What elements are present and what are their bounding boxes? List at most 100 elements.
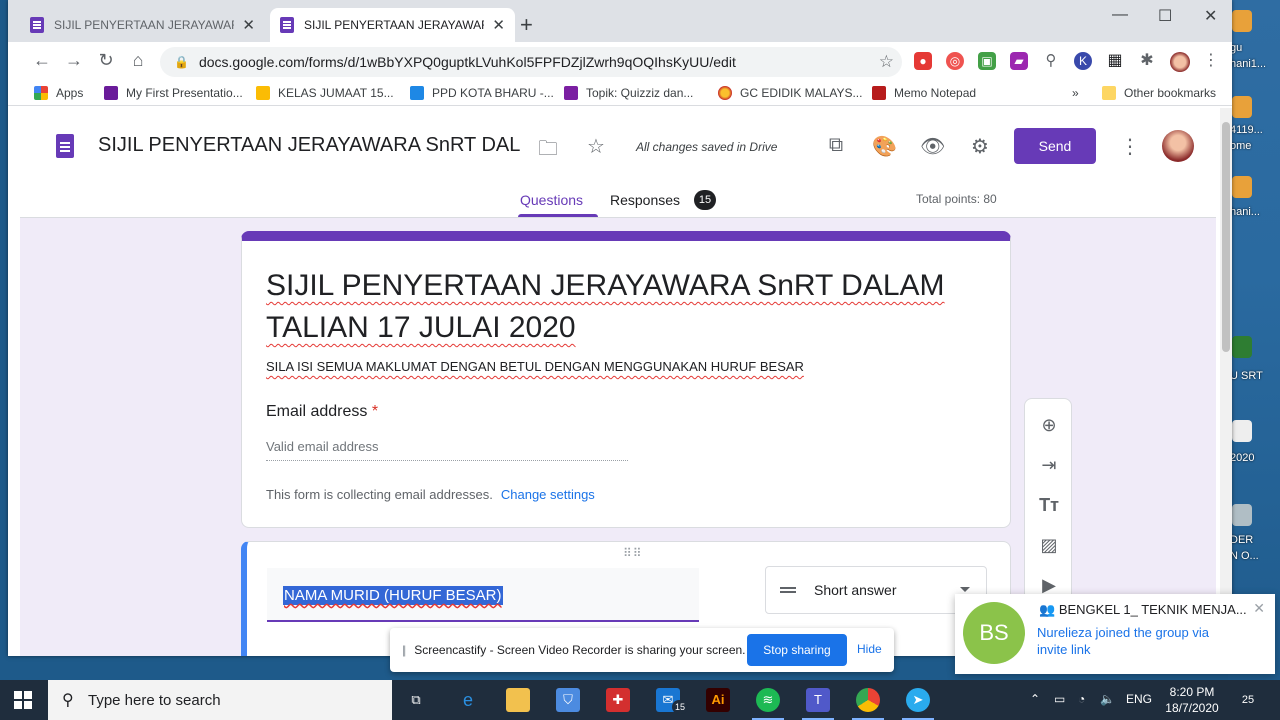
volume-icon[interactable]: 🔈 [1100,692,1115,706]
account-avatar[interactable] [1162,130,1194,162]
drag-handle-icon[interactable]: ⠿⠿ [623,546,643,560]
network-icon[interactable]: ◔ [1078,692,1085,706]
customize-theme-palette-icon[interactable]: 🎨 [872,134,897,159]
group-people-icon: 👥 [1039,602,1056,617]
add-ons-puzzle-icon[interactable]: ⧉ [824,134,848,157]
close-tab-icon[interactable]: ✕ [242,16,255,34]
show-hidden-icons-icon[interactable]: ⌃ [1030,692,1040,706]
desktop-label: N O... [1230,550,1259,562]
send-button[interactable]: Send [1014,128,1096,164]
back-icon[interactable]: ← [30,50,54,71]
edge-browser-icon[interactable]: e [456,688,480,712]
input-language[interactable]: ENG [1126,692,1152,706]
scrollbar-thumb[interactable] [1222,122,1230,352]
form-title[interactable]: SIJIL PENYERTAAN JERAYAWARA SnRT DALAM T… [266,265,986,349]
extensions-puzzle-icon[interactable]: ✱ [1138,52,1156,70]
drag-grip-icon[interactable]: || [402,643,406,657]
tab-responses[interactable]: Responses [610,192,680,208]
clock-time: 8:20 PM [1169,685,1215,699]
bookmark-item[interactable]: PPD KOTA BHARU -... [410,86,554,100]
star-icon[interactable]: ☆ [584,134,608,159]
bookmark-item[interactable]: Memo Notepad [872,86,976,100]
desktop-label: hani1... [1230,58,1267,70]
bookmark-item[interactable]: KELAS JUMAAT 15... [256,86,394,100]
maximize-icon[interactable]: ☐ [1158,6,1172,26]
group-notification[interactable]: BS 👥 BENGKEL 1_ TEKNIK MENJA... Nureliez… [955,594,1275,674]
question-title-input[interactable]: NAMA MURID (HURUF BESAR) [267,568,699,622]
bookmark-apps[interactable]: Apps [34,86,83,100]
add-title-icon[interactable]: Tт [1037,493,1061,517]
battery-icon[interactable]: ▭ [1054,692,1065,706]
extension-icon[interactable]: ◎ [946,52,964,70]
bookmark-favicon-icon [104,86,118,100]
desktop-label: U SRT [1230,370,1263,382]
more-options-icon[interactable]: ⋮ [1118,134,1142,159]
gift-app-icon[interactable]: ✚ [606,688,630,712]
illustrator-icon[interactable]: Ai [706,688,730,712]
telegram-icon[interactable]: ➤ [902,688,934,720]
bookmark-star-icon[interactable]: ☆ [879,52,894,72]
address-bar[interactable]: 🔒 docs.google.com/forms/d/1wBbYXPQ0guptk… [160,47,902,77]
chrome-icon[interactable] [852,688,884,720]
desktop-shortcut-icon[interactable] [1232,504,1252,526]
bookmark-item[interactable]: GC EDIDIK MALAYS... [718,86,862,100]
bookmark-item[interactable]: Topik: Quizziz dan... [564,86,693,100]
extension-icon[interactable]: ▣ [978,52,996,70]
task-view-icon[interactable]: ⧉ [404,688,428,712]
close-tab-icon[interactable]: ✕ [492,16,505,34]
import-questions-icon[interactable]: ⇥ [1037,453,1061,477]
teams-icon[interactable]: T [802,688,834,720]
zoom-icon[interactable]: ⚲ [1042,52,1060,70]
desktop-shortcut-icon[interactable] [1232,336,1252,358]
form-description[interactable]: SILA ISI SEMUA MAKLUMAT DENGAN BETUL DEN… [266,359,804,374]
system-clock[interactable]: 8:20 PM 18/7/2020 [1160,684,1224,716]
add-question-icon[interactable]: ⊕ [1037,413,1061,437]
add-image-icon[interactable]: ▨ [1037,533,1061,557]
profile-avatar[interactable] [1170,52,1190,72]
extension-screencastify-icon[interactable]: ● [914,52,932,70]
other-bookmarks[interactable]: Other bookmarks [1102,86,1216,100]
browser-tab-active[interactable]: SIJIL PENYERTAAN JERAYAWARA ✕ [270,8,515,42]
form-title-card[interactable]: SIJIL PENYERTAAN JERAYAWARA SnRT DALAM T… [241,231,1011,528]
change-settings-link[interactable]: Change settings [501,487,595,502]
document-title[interactable]: SIJIL PENYERTAAN JERAYAWARA SnRT DAL [98,134,520,157]
stop-sharing-button[interactable]: Stop sharing [747,634,847,666]
extension-icon[interactable]: ▰ [1010,52,1028,70]
store-icon[interactable]: ⛉ [556,688,580,712]
grid-extension-icon[interactable]: ▦ [1106,52,1124,70]
folder-icon[interactable]: 🗀 [536,134,560,168]
browser-tab[interactable]: SIJIL PENYERTAAN JERAYAWARA ✕ [20,8,265,42]
bookmark-label: My First Presentatio... [126,86,243,100]
question-type-dropdown[interactable]: Short answer [765,566,987,614]
desktop-shortcut-icon[interactable] [1232,176,1252,198]
home-icon[interactable]: ⌂ [126,50,150,71]
more-menu-icon[interactable]: ⋮ [1202,52,1220,70]
tab-questions[interactable]: Questions [520,192,583,208]
page-scrollbar[interactable] [1220,108,1232,656]
windows-start-icon[interactable] [14,691,32,709]
bookmarks-overflow-icon[interactable]: » [1072,86,1079,100]
collecting-text: This form is collecting email addresses. [266,487,493,502]
extension-k-icon[interactable]: K [1074,52,1092,70]
minimize-icon[interactable]: — [1112,6,1128,24]
spotify-icon[interactable]: ≋ [752,688,784,720]
hide-button[interactable]: Hide [857,642,882,656]
new-tab-icon[interactable]: + [520,12,533,38]
notification-title-text: BENGKEL 1_ TEKNIK MENJA... [1058,602,1247,617]
desktop-shortcut-icon[interactable] [1232,10,1252,32]
tab-title: SIJIL PENYERTAAN JERAYAWARA [304,18,485,32]
action-center-icon[interactable]: 25 [1236,688,1260,712]
close-window-icon[interactable]: ✕ [1204,6,1217,26]
settings-gear-icon[interactable]: ⚙ [968,134,992,159]
reload-icon[interactable]: ↻ [94,50,118,71]
bookmark-item[interactable]: My First Presentatio... [104,86,243,100]
google-forms-logo-icon[interactable] [56,134,74,158]
desktop-shortcut-icon[interactable] [1232,96,1252,118]
email-collection-note: This form is collecting email addresses.… [266,487,595,502]
file-explorer-icon[interactable] [506,688,530,712]
preview-eye-icon[interactable]: 👁 [920,134,945,159]
close-notification-icon[interactable]: ✕ [1253,600,1265,617]
taskbar-search[interactable]: ⚲ Type here to search [48,680,392,720]
forward-icon[interactable]: → [62,50,86,71]
desktop-shortcut-icon[interactable] [1232,420,1252,442]
